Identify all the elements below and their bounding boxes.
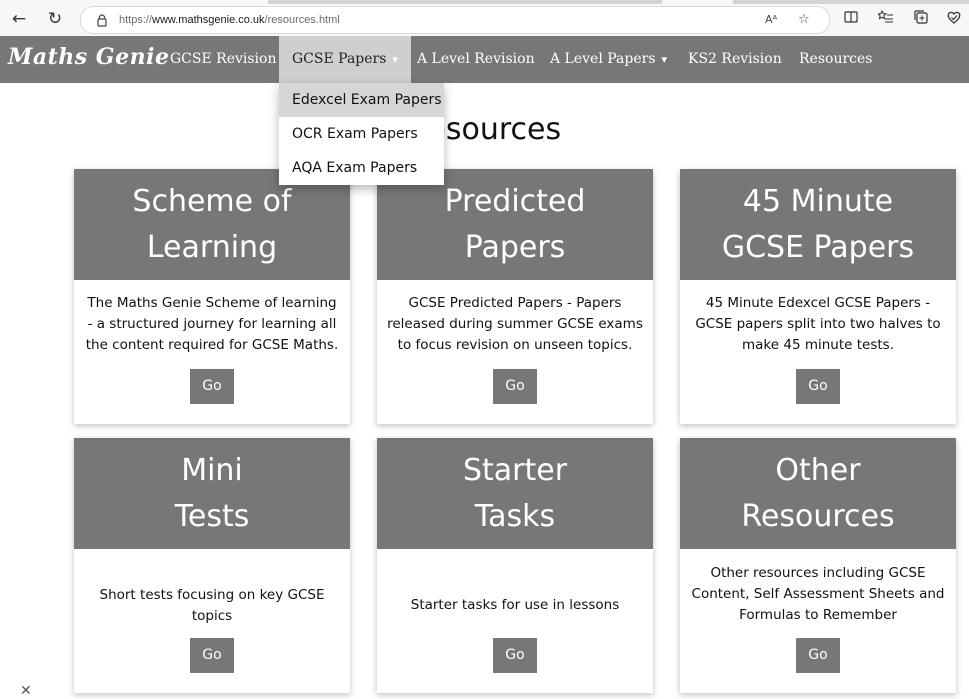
card-title-line: 45 Minute xyxy=(742,183,894,219)
card-description: 45 Minute Edexcel GCSE Papers - GCSE pap… xyxy=(695,295,941,353)
back-arrow-icon[interactable]: ← xyxy=(9,9,29,29)
card-title-line: Papers xyxy=(464,229,566,265)
nav-label: A Level Revision xyxy=(417,51,535,67)
card-title-line: Tests xyxy=(174,498,250,534)
go-button[interactable]: Go xyxy=(493,638,537,673)
read-aloud-icon[interactable]: Aᴬ xyxy=(765,11,777,29)
go-button[interactable]: Go xyxy=(190,638,234,673)
nav-label: A Level Papers xyxy=(550,51,656,67)
card-45-minute-gcse-papers: 45 Minute GCSE Papers 45 Minute Edexcel … xyxy=(680,169,956,424)
card-title-line: Scheme of xyxy=(132,183,292,219)
nav-label: GCSE Papers xyxy=(292,51,387,67)
card-predicted-papers: Predicted Papers GCSE Predicted Papers -… xyxy=(377,169,653,424)
card-description: The Maths Genie Scheme of learning - a s… xyxy=(85,295,339,353)
tab-strip-edge xyxy=(268,0,662,4)
favorites-list-icon[interactable] xyxy=(876,9,895,27)
nav-label: GCSE Revision xyxy=(170,51,277,67)
tab-strip-edge xyxy=(733,0,969,4)
url-path: /resources.html xyxy=(264,14,340,26)
caret-down-icon: ▾ xyxy=(661,53,668,66)
card-mini-tests: Mini Tests Short tests focusing on key G… xyxy=(74,438,350,693)
card-heading: Predicted Papers xyxy=(377,169,653,280)
url-host: www.mathsgenie.co.uk xyxy=(152,14,265,26)
card-heading: Starter Tasks xyxy=(377,438,653,549)
card-title-line: GCSE Papers xyxy=(721,229,915,265)
nav-label: Resources xyxy=(799,51,873,67)
nav-gcse-revision[interactable]: GCSE Revision xyxy=(157,36,289,83)
lock-icon xyxy=(97,14,107,27)
gcse-papers-dropdown: Edexcel Exam Papers OCR Exam Papers AQA … xyxy=(279,83,444,185)
dropdown-item-aqa[interactable]: AQA Exam Papers xyxy=(279,151,444,185)
card-body: The Maths Genie Scheme of learning - a s… xyxy=(74,280,350,424)
nav-a-level-papers[interactable]: A Level Papers ▾ xyxy=(537,36,680,83)
card-heading: Scheme of Learning xyxy=(74,169,350,280)
split-screen-icon[interactable] xyxy=(842,9,860,27)
go-button[interactable]: Go xyxy=(796,369,840,404)
card-title-line: Tasks xyxy=(474,498,556,534)
card-body: GCSE Predicted Papers - Papers released … xyxy=(377,280,653,424)
dropdown-item-edexcel[interactable]: Edexcel Exam Papers xyxy=(279,83,444,117)
card-title-line: Predicted xyxy=(444,183,586,219)
card-description: Other resources including GCSE Content, … xyxy=(691,565,945,623)
nav-resources[interactable]: Resources xyxy=(786,36,885,83)
nav-ks2-revision[interactable]: KS2 Revision xyxy=(675,36,795,83)
nav-gcse-papers[interactable]: GCSE Papers ▾ xyxy=(279,36,411,83)
card-title-line: Resources xyxy=(741,498,895,534)
card-title-line: Other xyxy=(775,452,861,488)
card-description: Starter tasks for use in lessons xyxy=(410,597,620,613)
card-heading: Other Resources xyxy=(680,438,956,549)
page-title: Resources xyxy=(407,112,562,147)
card-body: Short tests focusing on key GCSE topics … xyxy=(74,549,350,693)
card-title-line: Mini xyxy=(181,452,243,488)
card-title-line: Starter xyxy=(462,452,568,488)
nav-a-level-revision[interactable]: A Level Revision xyxy=(404,36,548,83)
collections-icon[interactable] xyxy=(912,9,930,27)
go-button[interactable]: Go xyxy=(796,638,840,673)
dropdown-item-ocr[interactable]: OCR Exam Papers xyxy=(279,117,444,151)
browser-toolbar: ← ↻ https://www.mathsgenie.co.uk/resourc… xyxy=(0,0,969,37)
address-bar[interactable]: https://www.mathsgenie.co.uk/resources.h… xyxy=(80,6,830,34)
go-button[interactable]: Go xyxy=(493,369,537,404)
card-title-line: Learning xyxy=(146,229,278,265)
card-scheme-of-learning: Scheme of Learning The Maths Genie Schem… xyxy=(74,169,350,424)
card-other-resources: Other Resources Other resources includin… xyxy=(680,438,956,693)
favorite-star-icon[interactable]: ☆ xyxy=(798,11,810,29)
go-button[interactable]: Go xyxy=(190,369,234,404)
url-scheme: https:// xyxy=(119,14,153,26)
site-navbar: Maths Genie GCSE Revision GCSE Papers ▾ A… xyxy=(0,36,969,83)
nav-label: KS2 Revision xyxy=(688,51,782,67)
url-text: https://www.mathsgenie.co.uk/resources.h… xyxy=(119,13,340,27)
browser-essentials-icon[interactable] xyxy=(945,9,963,27)
card-starter-tasks: Starter Tasks Starter tasks for use in l… xyxy=(377,438,653,693)
card-body: 45 Minute Edexcel GCSE Papers - GCSE pap… xyxy=(680,280,956,424)
refresh-icon[interactable]: ↻ xyxy=(45,9,65,29)
card-body: Starter tasks for use in lessons Go xyxy=(377,549,653,693)
site-logo[interactable]: Maths Genie xyxy=(8,42,169,72)
card-heading: 45 Minute GCSE Papers xyxy=(680,169,956,280)
card-body: Other resources including GCSE Content, … xyxy=(680,549,956,693)
card-description: Short tests focusing on key GCSE topics xyxy=(99,587,325,624)
card-description: GCSE Predicted Papers - Papers released … xyxy=(387,295,643,353)
card-heading: Mini Tests xyxy=(74,438,350,549)
caret-down-icon: ▾ xyxy=(392,53,398,66)
